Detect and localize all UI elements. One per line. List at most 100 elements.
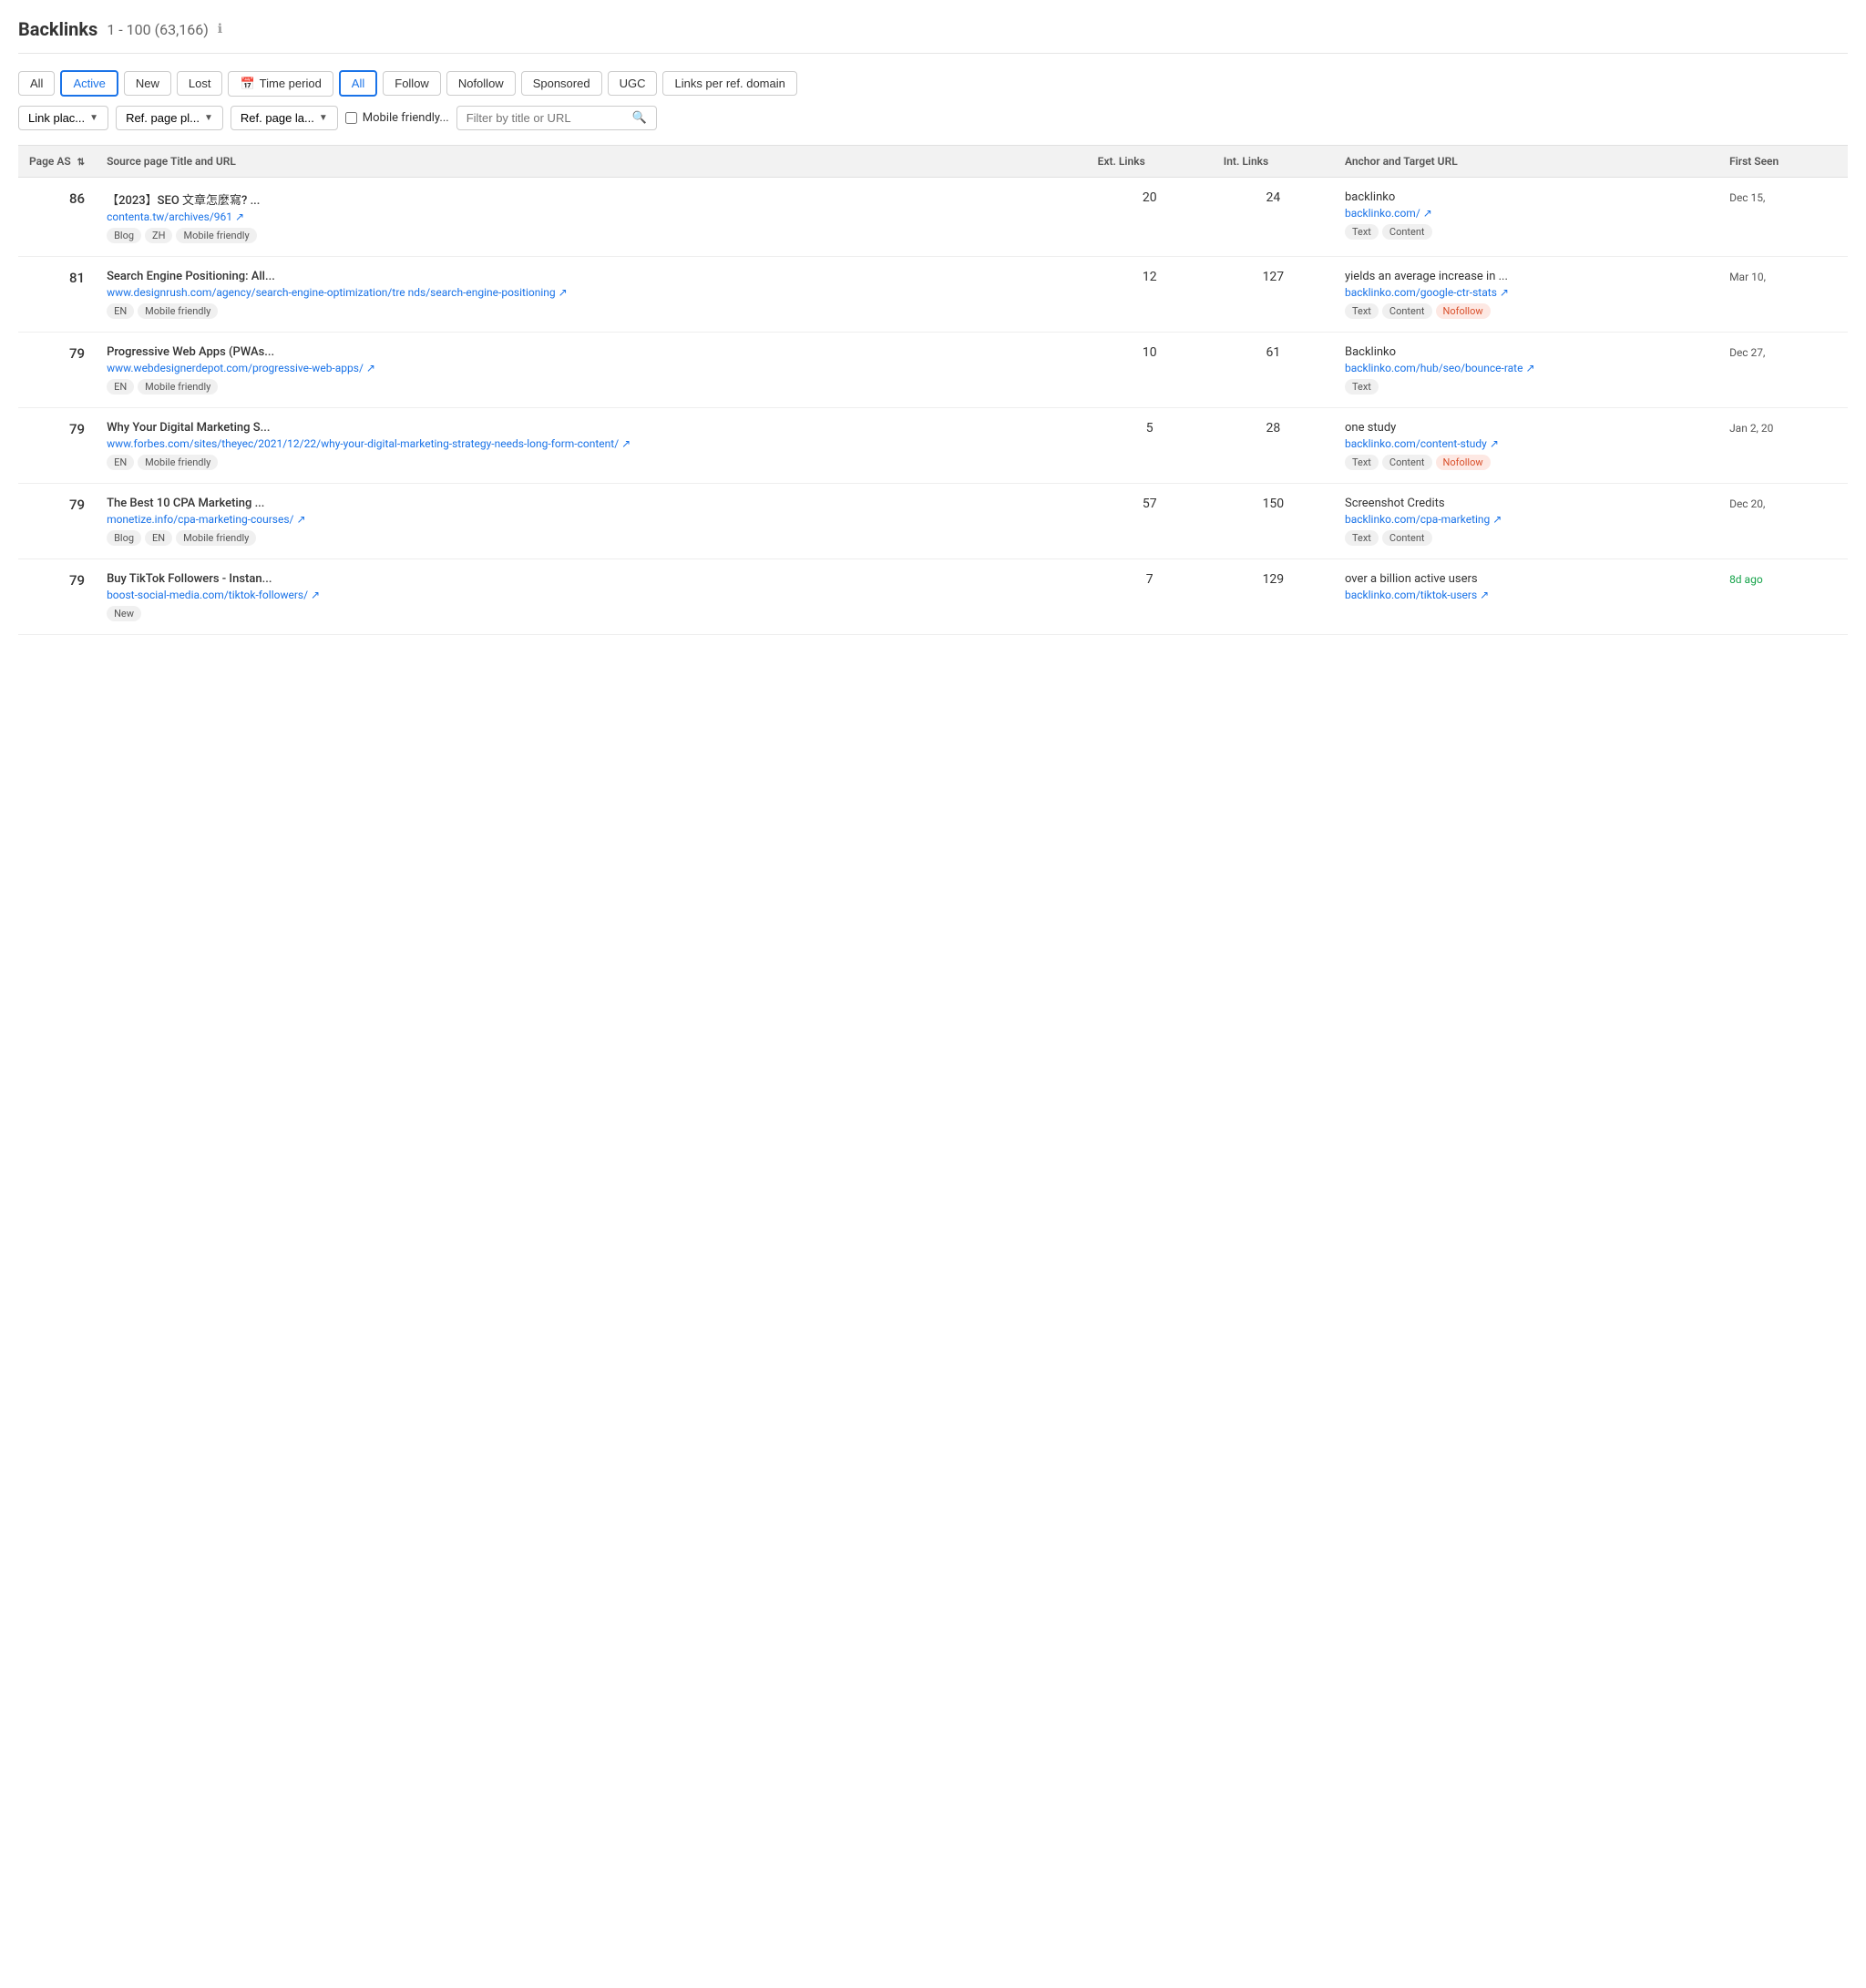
first-seen-value: Jan 2, 20 [1729, 422, 1773, 435]
col-page-as[interactable]: Page AS ⇅ [18, 146, 96, 178]
filter-sponsored[interactable]: Sponsored [521, 71, 602, 96]
chevron-down-icon: ▼ [89, 113, 98, 123]
cell-page-as: 79 [18, 408, 96, 484]
tag: EN [107, 303, 134, 319]
cell-int-links: 24 [1213, 178, 1334, 257]
filter-all[interactable]: All [18, 71, 55, 96]
cell-anchor-target: one studybacklinko.com/content-study ↗Te… [1334, 408, 1718, 484]
cell-source-page: Progressive Web Apps (PWAs... www.webdesi… [96, 333, 1087, 408]
col-source-page: Source page Title and URL [96, 146, 1087, 178]
source-url[interactable]: www.forbes.com/sites/theyec/2021/12/22/w… [107, 437, 1076, 450]
target-tag: Content [1382, 303, 1432, 319]
source-tags: BlogENMobile friendly [107, 530, 1076, 546]
table-row: 79Why Your Digital Marketing S...www.for… [18, 408, 1848, 484]
source-tags: ENMobile friendly [107, 303, 1076, 319]
filter-new[interactable]: New [124, 71, 171, 96]
target-url[interactable]: backlinko.com/tiktok-users ↗ [1345, 589, 1545, 601]
tag: Mobile friendly [176, 530, 256, 546]
backlinks-table: Page AS ⇅ Source page Title and URL Ext.… [18, 145, 1848, 635]
target-tag: Content [1382, 455, 1432, 470]
source-url[interactable]: www.webdesignerdepot.com/progressive-web… [107, 362, 1076, 374]
target-url[interactable]: backlinko.com/hub/seo/bounce-rate ↗ [1345, 362, 1545, 374]
info-icon[interactable]: ℹ [218, 22, 222, 36]
source-tags: ENMobile friendly [107, 379, 1076, 395]
filter-time-period[interactable]: 📅 Time period [228, 71, 333, 97]
tag: EN [107, 379, 134, 395]
range-count: 1 - 100 (63,166) [107, 21, 208, 38]
cell-anchor-target: yields an average increase in ... backlin… [1334, 257, 1718, 333]
filter-follow[interactable]: Follow [383, 71, 441, 96]
filter-link-all[interactable]: All [339, 70, 377, 97]
filter-lost[interactable]: Lost [177, 71, 223, 96]
cell-ext-links: 10 [1087, 333, 1213, 408]
col-anchor: Anchor and Target URL [1334, 146, 1718, 178]
tag: ZH [145, 228, 172, 243]
dropdown-ref-page-placement[interactable]: Ref. page pl... ▼ [116, 106, 223, 130]
target-url[interactable]: backlinko.com/ ↗ [1345, 207, 1545, 220]
table-row: 81Search Engine Positioning: All...www.d… [18, 257, 1848, 333]
cell-first-seen: Mar 10, [1718, 257, 1848, 333]
page-title: Backlinks [18, 18, 97, 40]
filter-links-per-ref[interactable]: Links per ref. domain [662, 71, 796, 96]
dropdown-ref-page-language[interactable]: Ref. page la... ▼ [231, 106, 338, 130]
cell-page-as: 86 [18, 178, 96, 257]
source-tags: BlogZHMobile friendly [107, 228, 1076, 243]
target-tag: Text [1345, 224, 1379, 240]
target-tag: Content [1382, 530, 1432, 546]
filter-ugc[interactable]: UGC [608, 71, 658, 96]
source-tags: New [107, 606, 1076, 621]
page-header: Backlinks 1 - 100 (63,166) ℹ [18, 18, 1848, 54]
cell-first-seen: 8d ago [1718, 559, 1848, 635]
target-tag: Content [1382, 224, 1432, 240]
cell-page-as: 81 [18, 257, 96, 333]
cell-first-seen: Dec 27, [1718, 333, 1848, 408]
cell-int-links: 129 [1213, 559, 1334, 635]
filter-active[interactable]: Active [60, 70, 118, 97]
first-seen-value: 8d ago [1729, 573, 1763, 586]
mobile-friendly-filter[interactable]: Mobile friendly... [345, 111, 449, 125]
tag: Mobile friendly [176, 228, 256, 243]
cell-anchor-target: backlinkobacklinko.com/ ↗TextContent [1334, 178, 1718, 257]
target-tags: Text [1345, 379, 1707, 395]
source-url[interactable]: boost-social-media.com/tiktok-followers/… [107, 589, 1076, 601]
target-tag: Nofollow [1436, 455, 1491, 470]
target-url[interactable]: backlinko.com/content-study ↗ [1345, 437, 1545, 450]
table-row: 79The Best 10 CPA Marketing ...monetize.… [18, 484, 1848, 559]
source-title: Buy TikTok Followers - Instan... [107, 572, 1076, 586]
cell-anchor-target: Screenshot Creditsbacklinko.com/cpa-mark… [1334, 484, 1718, 559]
cell-source-page: Search Engine Positioning: All...www.des… [96, 257, 1087, 333]
cell-ext-links: 12 [1087, 257, 1213, 333]
source-tags: ENMobile friendly [107, 455, 1076, 470]
target-tag: Text [1345, 303, 1379, 319]
target-tag: Text [1345, 379, 1379, 395]
col-int-links: Int. Links [1213, 146, 1334, 178]
target-url[interactable]: backlinko.com/google-ctr-stats ↗ [1345, 286, 1545, 299]
anchor-text: yields an average increase in ... [1345, 270, 1707, 283]
filter-row-1: All Active New Lost 📅 Time period All Fo… [18, 70, 1848, 97]
target-url[interactable]: backlinko.com/cpa-marketing ↗ [1345, 513, 1545, 526]
mobile-friendly-checkbox[interactable] [345, 112, 357, 124]
filter-nofollow[interactable]: Nofollow [446, 71, 516, 96]
search-icon[interactable]: 🔍 [632, 111, 647, 125]
tag: Mobile friendly [138, 455, 218, 470]
cell-int-links: 150 [1213, 484, 1334, 559]
cell-ext-links: 20 [1087, 178, 1213, 257]
col-ext-links: Ext. Links [1087, 146, 1213, 178]
target-tags: TextContent [1345, 530, 1707, 546]
source-url[interactable]: contenta.tw/archives/961 ↗ [107, 210, 1076, 223]
cell-first-seen: Dec 20, [1718, 484, 1848, 559]
first-seen-value: Dec 15, [1729, 191, 1765, 204]
first-seen-value: Dec 27, [1729, 346, 1765, 359]
filter-row-2: Link plac... ▼ Ref. page pl... ▼ Ref. pa… [18, 106, 1848, 130]
search-box: 🔍 [456, 106, 657, 130]
dropdown-link-placement[interactable]: Link plac... ▼ [18, 106, 108, 130]
source-url[interactable]: monetize.info/cpa-marketing-courses/ ↗ [107, 513, 1076, 526]
cell-int-links: 61 [1213, 333, 1334, 408]
source-title: Progressive Web Apps (PWAs... [107, 345, 1076, 359]
source-url[interactable]: www.designrush.com/agency/search-engine-… [107, 286, 1076, 299]
target-tags: TextContent [1345, 224, 1707, 240]
search-input[interactable] [466, 111, 627, 125]
chevron-down-icon: ▼ [204, 113, 213, 123]
target-tag: Text [1345, 455, 1379, 470]
cell-source-page: The Best 10 CPA Marketing ...monetize.in… [96, 484, 1087, 559]
